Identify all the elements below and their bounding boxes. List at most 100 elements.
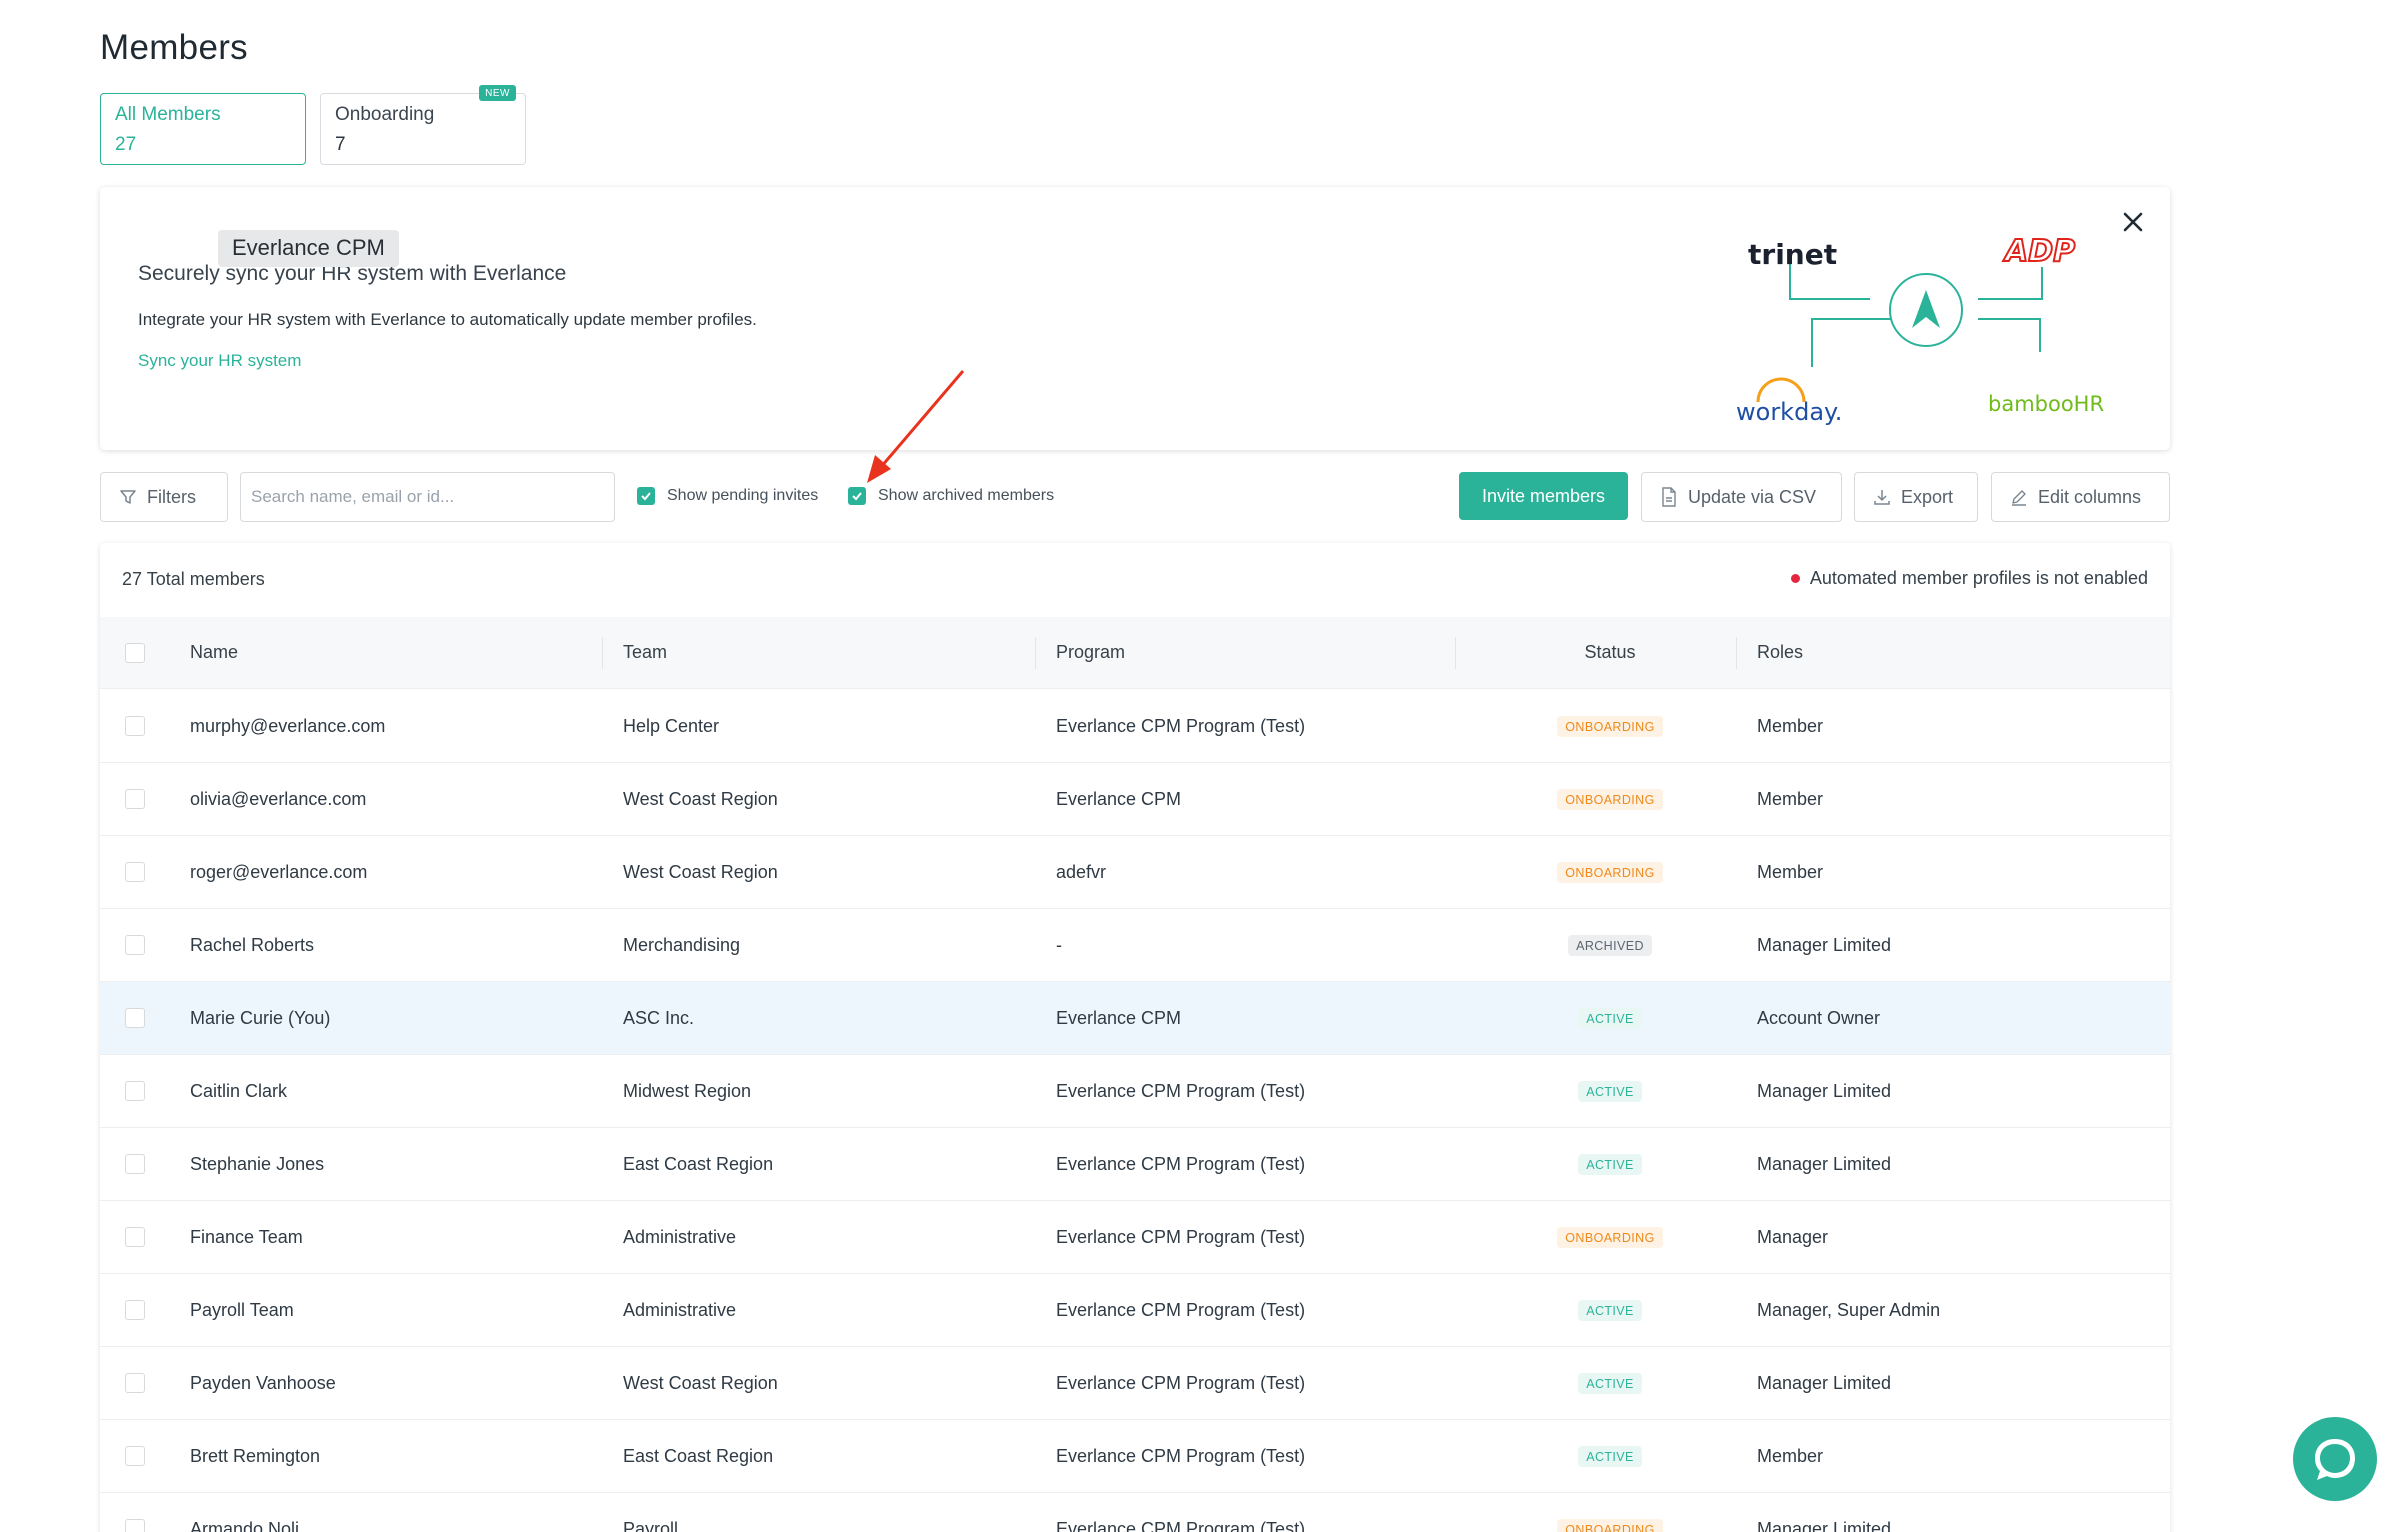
export-label: Export — [1901, 486, 1954, 507]
trinet-logo: trinet — [1748, 238, 1837, 271]
row-checkbox[interactable] — [125, 1081, 145, 1101]
table-header: Name Team Program Status Roles — [100, 617, 2170, 689]
cell-status: ARCHIVED — [1515, 909, 1705, 981]
sync-hr-link[interactable]: Sync your HR system — [138, 351, 301, 371]
row-checkbox[interactable] — [125, 1446, 145, 1466]
tab-all-members[interactable]: All Members 27 — [100, 93, 306, 165]
header-program[interactable]: Program — [1056, 617, 1125, 688]
table-row[interactable]: Armando Noli Payroll Everlance CPM Program… — [100, 1493, 2170, 1532]
cell-program: Everlance CPM Program (Test) — [1056, 1226, 1306, 1247]
filters-label: Filters — [147, 486, 196, 507]
cell-team: Administrative — [623, 1226, 737, 1247]
invite-members-button[interactable]: Invite members — [1459, 472, 1628, 520]
status-badge: ACTIVE — [1578, 1007, 1642, 1029]
filter-icon — [120, 490, 136, 504]
status-badge: ONBOARDING — [1557, 1226, 1663, 1248]
cell-status: ACTIVE — [1515, 1128, 1705, 1200]
search-input[interactable] — [240, 472, 615, 522]
cell-roles: Account Owner — [1757, 1007, 1881, 1028]
status-badge: ONBOARDING — [1557, 1518, 1663, 1532]
edit-columns-label: Edit columns — [2038, 486, 2142, 507]
cell-name: Caitlin Clark — [190, 1080, 288, 1101]
cell-status: ONBOARDING — [1515, 1201, 1705, 1273]
tab-onboarding[interactable]: Onboarding 7 NEW — [320, 85, 526, 165]
cell-name: Rachel Roberts — [190, 934, 315, 955]
row-checkbox[interactable] — [125, 1519, 145, 1532]
cell-program: Everlance CPM — [1056, 1007, 1182, 1028]
cell-name: Stephanie Jones — [190, 1153, 325, 1174]
cell-status: ACTIVE — [1515, 1420, 1705, 1492]
total-members: 27 Total members — [122, 569, 265, 589]
cell-status: ACTIVE — [1515, 982, 1705, 1054]
row-checkbox[interactable] — [125, 862, 145, 882]
cell-program: Everlance CPM Program (Test) — [1056, 1080, 1306, 1101]
cell-roles: Member — [1757, 715, 1824, 736]
cell-name: Payden Vanhoose — [190, 1372, 336, 1393]
hr-sync-banner: Securely sync your HR system with Everla… — [100, 187, 2170, 450]
cell-program: Everlance CPM Program (Test) — [1056, 1372, 1306, 1393]
edit-columns-button[interactable]: Edit columns — [1991, 472, 2170, 522]
table-row[interactable]: Marie Curie (You) ASC Inc. Everlance CPM AC… — [100, 982, 2170, 1055]
cell-team: Administrative — [623, 1299, 737, 1320]
cell-program: Everlance CPM Program (Test) — [1056, 1518, 1306, 1532]
header-name[interactable]: Name — [190, 617, 238, 688]
workday-logo: workday. — [1736, 398, 1842, 426]
header-status-label: Status — [1584, 642, 1636, 662]
filters-button[interactable]: Filters — [100, 472, 228, 522]
tab-count: 27 — [115, 134, 137, 155]
new-badge: NEW — [479, 85, 516, 101]
table-row[interactable]: murphy@everlance.com Help Center Everlance… — [100, 690, 2170, 763]
check-icon[interactable] — [848, 487, 866, 505]
header-team[interactable]: Team — [623, 617, 667, 688]
cell-roles: Manager Limited — [1757, 1080, 1892, 1101]
table-row[interactable]: roger@everlance.com West Coast Region adef… — [100, 836, 2170, 909]
table-row[interactable]: Payden Vanhoose West Coast Region Everlanc… — [100, 1347, 2170, 1420]
tab-count: 7 — [335, 134, 346, 155]
show-archived-members-checkbox[interactable]: Show archived members — [848, 487, 1054, 505]
table-row[interactable]: Stephanie Jones East Coast Region Everlanc… — [100, 1128, 2170, 1201]
table-row[interactable]: Payroll Team Administrative Everlance CPM … — [100, 1274, 2170, 1347]
automation-notice: Automated member profiles is not enabled — [1790, 568, 2148, 589]
tab-label: Onboarding — [335, 104, 435, 125]
row-checkbox[interactable] — [125, 1300, 145, 1320]
hr-integrations-illustration: trinet ADP workday. bambooHR — [1736, 233, 2104, 426]
row-checkbox[interactable] — [125, 716, 145, 736]
cell-team: Midwest Region — [623, 1080, 752, 1101]
status-badge: ACTIVE — [1578, 1153, 1642, 1175]
header-roles[interactable]: Roles — [1757, 617, 1803, 688]
table-row[interactable]: Rachel Roberts Merchandising - ARCHIVED Mana… — [100, 909, 2170, 982]
cell-roles: Member — [1757, 788, 1824, 809]
cell-name: olivia@everlance.com — [190, 788, 367, 809]
cell-team: Merchandising — [623, 934, 741, 955]
row-checkbox[interactable] — [125, 1008, 145, 1028]
tab-label: All Members — [115, 104, 221, 125]
cell-roles: Manager — [1757, 1226, 1829, 1247]
chat-icon — [2315, 1439, 2355, 1480]
row-checkbox[interactable] — [125, 1154, 145, 1174]
table-row[interactable]: Finance Team Administrative Everlance CPM … — [100, 1201, 2170, 1274]
column-divider — [1035, 637, 1036, 669]
row-checkbox[interactable] — [125, 789, 145, 809]
cell-status: ONBOARDING — [1515, 690, 1705, 762]
row-checkbox[interactable] — [125, 1373, 145, 1393]
table-row[interactable]: Brett Remington East Coast Region Everlanc… — [100, 1420, 2170, 1493]
table-row[interactable]: Caitlin Clark Midwest Region Everlance CPM… — [100, 1055, 2170, 1128]
show-archived-label: Show archived members — [878, 487, 1055, 504]
status-badge: ONBOARDING — [1557, 715, 1663, 737]
row-checkbox[interactable] — [125, 1227, 145, 1247]
export-button[interactable]: Export — [1854, 472, 1978, 522]
cell-program: Everlance CPM Program (Test) — [1056, 1153, 1306, 1174]
table-row[interactable]: olivia@everlance.com West Coast Region Eve… — [100, 763, 2170, 836]
header-status[interactable]: Status — [1515, 617, 1705, 688]
pencil-icon — [2012, 490, 2026, 506]
chat-button[interactable] — [2293, 1417, 2377, 1501]
cell-team: Help Center — [623, 715, 720, 736]
cell-roles: Manager Limited — [1757, 1518, 1892, 1532]
show-pending-invites-checkbox[interactable]: Show pending invites — [637, 487, 818, 505]
status-badge: ACTIVE — [1578, 1372, 1642, 1394]
update-via-csv-button[interactable]: Update via CSV — [1641, 472, 1842, 522]
select-all-checkbox[interactable] — [125, 642, 145, 663]
check-icon[interactable] — [637, 487, 655, 505]
row-checkbox[interactable] — [125, 935, 145, 955]
column-divider — [1455, 637, 1456, 669]
